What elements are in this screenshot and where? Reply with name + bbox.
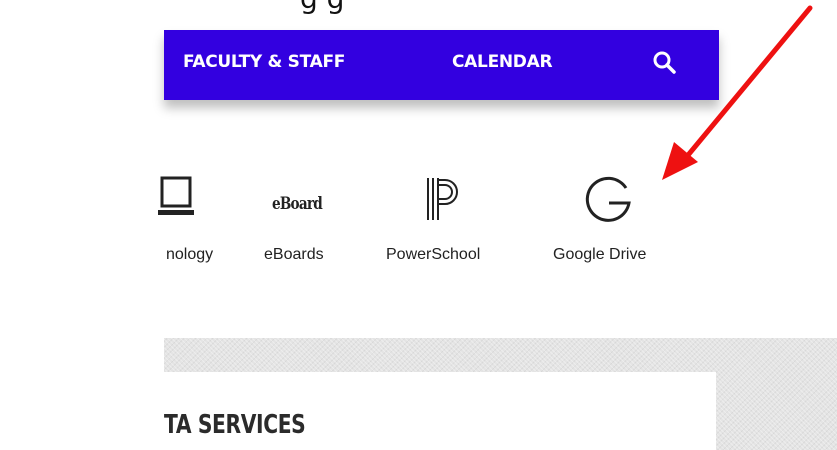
search-button[interactable] [652, 50, 678, 76]
page-heading-partial: g g [300, 0, 344, 15]
google-g-icon [585, 176, 631, 222]
quick-link-label: PowerSchool [386, 246, 481, 263]
section-heading: TA SERVICES [164, 410, 306, 440]
nav-link-faculty-staff[interactable]: FACULTY & STAFF [183, 52, 345, 72]
main-nav-bar: FACULTY & STAFF CALENDAR [164, 30, 719, 100]
search-icon [653, 51, 676, 74]
eboard-logo-icon: eBoard [272, 194, 323, 214]
quick-link-label: Google Drive [553, 246, 647, 263]
quick-link-label: nology [166, 246, 214, 263]
quick-link-label: eBoards [264, 246, 324, 263]
laptop-icon [158, 176, 194, 215]
powerschool-icon [427, 178, 458, 220]
nav-link-calendar[interactable]: CALENDAR [452, 52, 553, 72]
